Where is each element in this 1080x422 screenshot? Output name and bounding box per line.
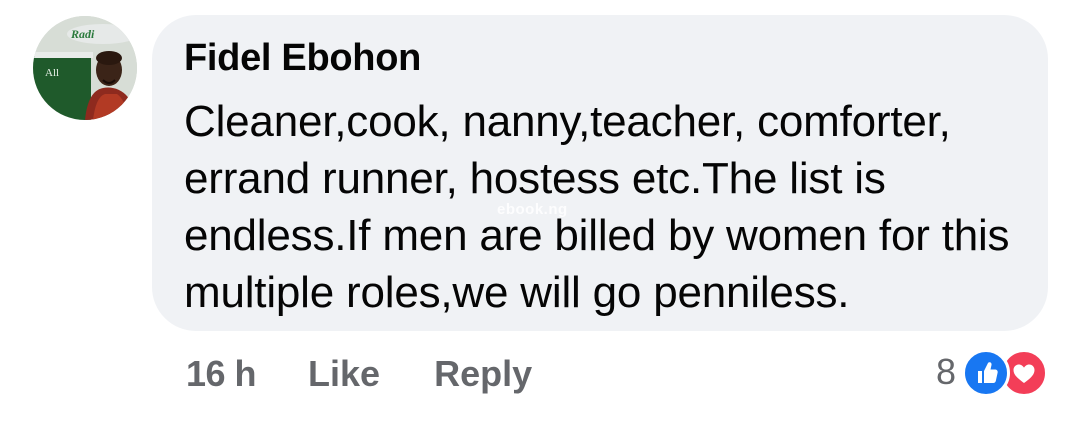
comment-bubble: Fidel Ebohon Cleaner,cook, nanny,teacher…: [152, 15, 1048, 331]
reply-button[interactable]: Reply: [434, 353, 532, 395]
reaction-count: 8: [935, 351, 956, 392]
avatar-photo: Radi All: [33, 16, 137, 120]
comment-actions: 16 h Like Reply: [186, 350, 532, 398]
author-name[interactable]: Fidel Ebohon: [184, 37, 421, 80]
svg-text:All: All: [45, 67, 59, 79]
like-icon: [962, 349, 1010, 397]
comment-text: Cleaner,cook, nanny,teacher, comforter, …: [184, 97, 1010, 317]
watermark: ebook.ng: [497, 201, 568, 218]
avatar[interactable]: Radi All: [33, 16, 137, 120]
timestamp[interactable]: 16 h: [186, 353, 257, 395]
comment-container: Radi All Fidel Ebohon Cleaner,cook, nann…: [0, 0, 1080, 422]
reaction-icons: [962, 349, 1048, 397]
reaction-summary[interactable]: 8: [935, 348, 1048, 397]
like-button[interactable]: Like: [308, 353, 380, 395]
svg-text:Radi: Radi: [70, 27, 95, 41]
